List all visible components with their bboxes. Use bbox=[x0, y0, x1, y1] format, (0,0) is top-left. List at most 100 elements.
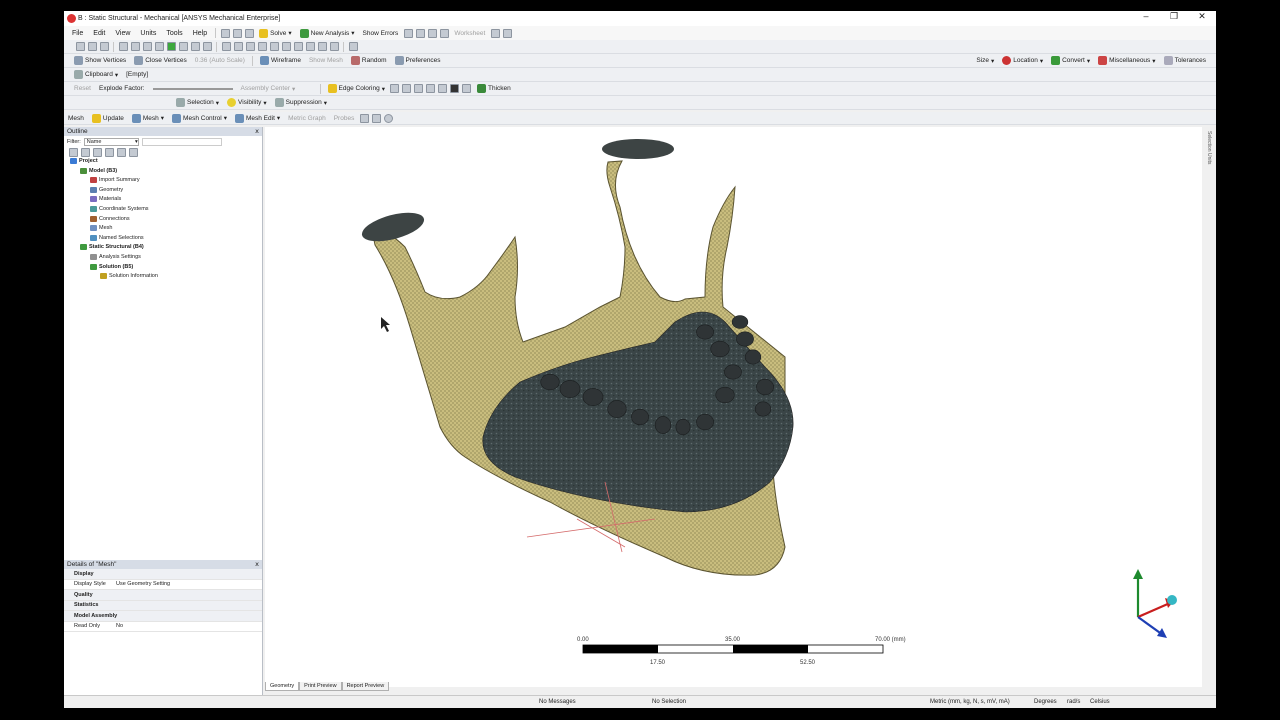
visibility-button[interactable]: Visibility ▾ bbox=[223, 97, 271, 109]
details-row[interactable]: Read Only No bbox=[64, 622, 262, 632]
reset-button[interactable]: Reset bbox=[70, 83, 95, 95]
viewport-icon[interactable] bbox=[348, 42, 358, 51]
edge-option-2-icon[interactable] bbox=[402, 84, 412, 93]
worksheet-button[interactable]: Worksheet bbox=[450, 27, 489, 39]
box-zoom-icon[interactable] bbox=[257, 42, 267, 51]
tab-geometry[interactable]: Geometry bbox=[265, 682, 300, 691]
explode-slider[interactable] bbox=[152, 87, 233, 90]
details-section[interactable]: Display bbox=[64, 569, 262, 580]
toolbar-icon-b[interactable] bbox=[415, 28, 425, 38]
previous-view-icon[interactable] bbox=[293, 42, 303, 51]
thicken-button[interactable]: Thicken bbox=[473, 83, 515, 95]
tree-item[interactable]: Solution Information bbox=[100, 273, 158, 280]
settings-gear-icon[interactable] bbox=[383, 113, 393, 123]
tree-item[interactable]: Model (B3) bbox=[80, 167, 117, 174]
menu-units[interactable]: Units bbox=[135, 30, 161, 37]
messages-status[interactable]: No Messages bbox=[539, 699, 576, 705]
toolbar-icon-a[interactable] bbox=[403, 28, 413, 38]
wireframe-button[interactable]: Wireframe bbox=[256, 55, 305, 67]
details-row[interactable]: Display Style Use Geometry Setting bbox=[64, 580, 262, 590]
clipboard-button[interactable]: Clipboard ▾ bbox=[70, 69, 122, 81]
filter-search-input[interactable] bbox=[141, 137, 222, 146]
open-icon[interactable] bbox=[232, 28, 242, 38]
undo-icon[interactable] bbox=[87, 42, 97, 51]
solve-button[interactable]: Solve ▾ bbox=[255, 27, 296, 39]
auto-scale-field[interactable]: 0.36 (Auto Scale) bbox=[191, 55, 249, 67]
tree-item[interactable]: Static Structural (B4) bbox=[80, 244, 144, 251]
toolbar-icon-d[interactable] bbox=[439, 28, 449, 38]
expand-all-icon[interactable] bbox=[68, 148, 78, 157]
update-button[interactable]: Update bbox=[88, 112, 128, 124]
select-mode-icon[interactable] bbox=[75, 42, 85, 51]
tree-item[interactable]: Materials bbox=[90, 196, 121, 203]
next-view-icon[interactable] bbox=[305, 42, 315, 51]
edge-option-5-icon[interactable] bbox=[438, 84, 448, 93]
new-analysis-button[interactable]: New Analysis ▾ bbox=[296, 27, 359, 39]
units-status[interactable]: Metric (mm, kg, N, s, mV, mA) bbox=[930, 699, 1010, 705]
zoom-icon[interactable] bbox=[245, 42, 255, 51]
menu-file[interactable]: File bbox=[67, 30, 88, 37]
tree-item[interactable]: Analysis Settings bbox=[90, 254, 141, 260]
tab-report-preview[interactable]: Report Preview bbox=[341, 682, 390, 691]
tree-item[interactable]: Mesh bbox=[90, 225, 112, 232]
show-errors-button[interactable]: Show Errors bbox=[359, 27, 403, 39]
location-button[interactable]: Location ▾ bbox=[998, 55, 1047, 67]
probes-button[interactable]: Probes bbox=[330, 112, 359, 124]
mesh-edit-dropdown[interactable]: Mesh Edit ▾ bbox=[231, 112, 284, 124]
collapse-all-icon[interactable] bbox=[80, 148, 90, 157]
magnifier-icon[interactable] bbox=[281, 42, 291, 51]
temperature-status[interactable]: Celsius bbox=[1090, 699, 1110, 705]
tree-item[interactable]: Geometry bbox=[90, 186, 123, 193]
close-vertices-button[interactable]: Close Vertices bbox=[130, 55, 191, 67]
mesh-control-dropdown[interactable]: Mesh Control ▾ bbox=[168, 112, 231, 124]
green-select-icon[interactable] bbox=[166, 42, 176, 51]
pan-icon[interactable] bbox=[233, 42, 243, 51]
details-value[interactable]: No bbox=[116, 623, 262, 629]
menu-edit[interactable]: Edit bbox=[88, 30, 110, 37]
edge-option-6-icon[interactable] bbox=[462, 84, 472, 93]
random-colors-button[interactable]: Random bbox=[347, 55, 391, 67]
element-face-icon[interactable] bbox=[202, 42, 212, 51]
mesh-option-icon[interactable] bbox=[359, 113, 369, 123]
tree-item[interactable]: Import Summary bbox=[90, 177, 140, 184]
tree-item[interactable]: Named Selections bbox=[90, 234, 144, 241]
details-section[interactable]: Statistics bbox=[64, 600, 262, 611]
miscellaneous-button[interactable]: Miscellaneous ▾ bbox=[1094, 55, 1159, 67]
tree-toggle-icon[interactable] bbox=[128, 148, 138, 157]
size-button[interactable]: Size ▾ bbox=[972, 55, 998, 67]
tree-item[interactable]: Coordinate Systems bbox=[90, 206, 149, 212]
set-view-icon[interactable] bbox=[329, 42, 339, 51]
show-mesh-button[interactable]: Show Mesh bbox=[305, 55, 347, 67]
mesh-option-2-icon[interactable] bbox=[371, 113, 381, 123]
degrees-status[interactable]: Degrees bbox=[1034, 699, 1057, 705]
menu-help[interactable]: Help bbox=[188, 30, 212, 37]
selection-button[interactable]: Selection ▾ bbox=[172, 97, 223, 109]
close-button[interactable]: ✕ bbox=[1188, 11, 1216, 22]
face-select-icon[interactable] bbox=[142, 42, 152, 51]
tree-sort-icon[interactable] bbox=[104, 148, 114, 157]
iso-view-icon[interactable] bbox=[317, 42, 327, 51]
redo-icon[interactable] bbox=[99, 42, 109, 51]
element-select-icon[interactable] bbox=[190, 42, 200, 51]
show-vertices-button[interactable]: Show Vertices bbox=[70, 55, 130, 67]
body-select-icon[interactable] bbox=[154, 42, 164, 51]
selection-units-side-tab[interactable]: Selection Units bbox=[1204, 131, 1212, 181]
maximize-button[interactable]: ❐ bbox=[1160, 11, 1188, 22]
details-value[interactable]: Use Geometry Setting bbox=[116, 581, 262, 587]
tree-item[interactable]: Project bbox=[70, 158, 98, 164]
edge-coloring-button[interactable]: Edge Coloring ▾ bbox=[324, 83, 389, 95]
tree-folder-icon[interactable] bbox=[116, 148, 126, 157]
pin-icon[interactable]: ⅹ bbox=[255, 127, 259, 136]
edge-option-1-icon[interactable] bbox=[390, 84, 400, 93]
details-pin-icon[interactable]: ⅹ bbox=[255, 560, 259, 569]
menu-tools[interactable]: Tools bbox=[161, 30, 187, 37]
minimize-button[interactable]: – bbox=[1132, 11, 1160, 22]
tab-print-preview[interactable]: Print Preview bbox=[299, 682, 342, 691]
vertex-select-icon[interactable] bbox=[118, 42, 128, 51]
new-icon[interactable] bbox=[220, 28, 230, 38]
tree-filter-icon[interactable] bbox=[92, 148, 102, 157]
filter-select[interactable]: Name ▾ bbox=[83, 137, 139, 146]
metric-graph-button[interactable]: Metric Graph bbox=[284, 112, 330, 124]
link-icon[interactable] bbox=[502, 28, 512, 38]
tree-item[interactable]: Connections bbox=[90, 215, 130, 222]
